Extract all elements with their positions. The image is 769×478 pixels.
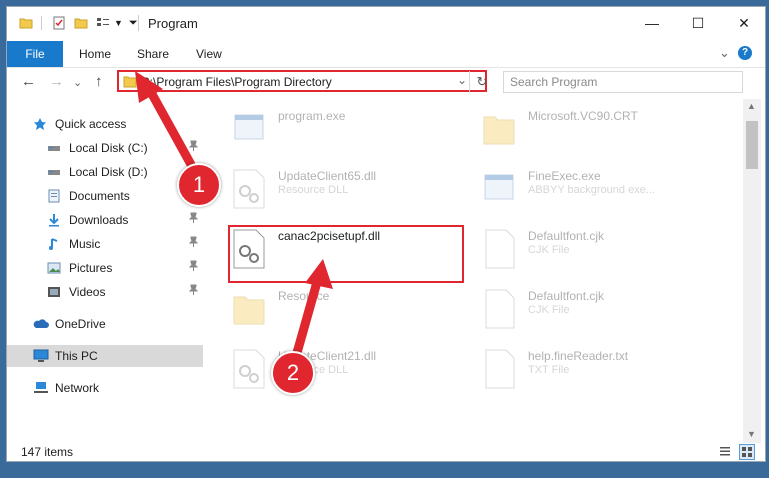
annotation-arrows <box>135 71 333 372</box>
step-badge-2: 2 <box>271 351 315 395</box>
step-badge-1: 1 <box>177 163 221 207</box>
explorer-window: ▼ ⏷ Program — ☐ ✕ File Home Share View ⌄… <box>6 6 766 462</box>
arrow-1 <box>135 71 204 184</box>
arrow-2 <box>288 259 333 372</box>
